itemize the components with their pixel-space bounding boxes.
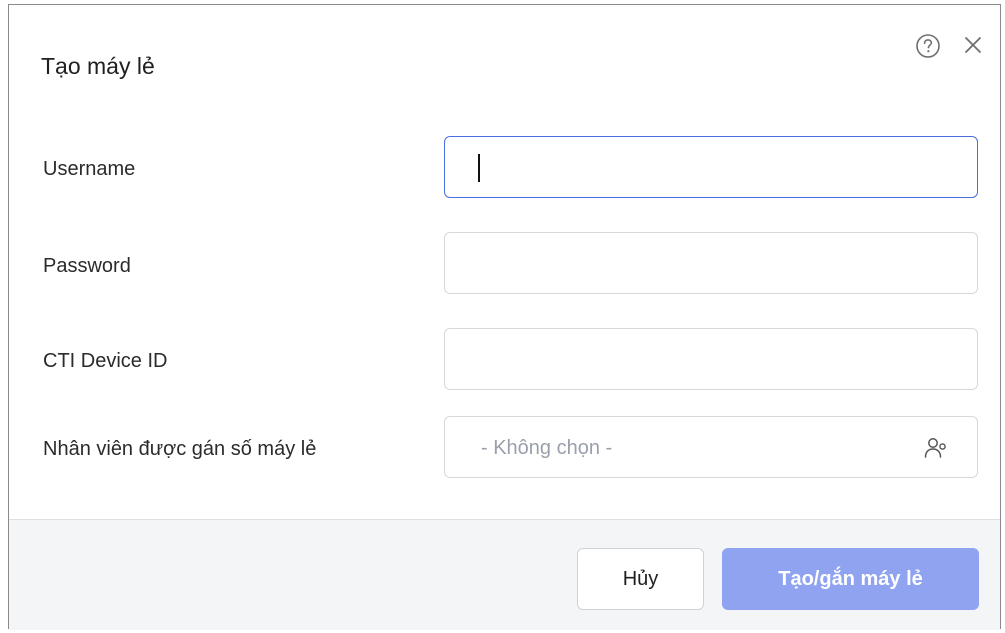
cti-device-id-field[interactable] <box>444 328 978 390</box>
assigned-employee-label: Nhân viên được gán số máy lẻ <box>43 438 317 460</box>
assigned-employee-select[interactable]: - Không chọn - <box>444 416 978 478</box>
cti-device-id-input[interactable] <box>445 329 977 389</box>
password-label: Password <box>43 255 131 277</box>
create-extension-button[interactable]: Tạo/gắn máy lẻ <box>722 548 979 610</box>
username-field[interactable] <box>444 136 978 198</box>
question-circle-icon[interactable] <box>915 33 941 59</box>
user-group-icon[interactable] <box>921 433 951 463</box>
password-field[interactable] <box>444 232 978 294</box>
cti-device-id-label: CTI Device ID <box>43 350 168 372</box>
select-placeholder: - Không chọn - <box>481 437 613 459</box>
password-input[interactable] <box>445 233 977 293</box>
text-caret <box>478 154 480 182</box>
username-label: Username <box>43 158 136 180</box>
dialog-footer: Hủy Tạo/gắn máy lẻ <box>9 519 1000 630</box>
create-extension-dialog: Tạo máy lẻ Username Password CTI Device … <box>8 4 1001 630</box>
cancel-button[interactable]: Hủy <box>577 548 704 610</box>
dialog-title: Tạo máy lẻ <box>41 53 155 79</box>
username-input[interactable] <box>445 137 977 197</box>
close-icon[interactable] <box>961 33 985 57</box>
